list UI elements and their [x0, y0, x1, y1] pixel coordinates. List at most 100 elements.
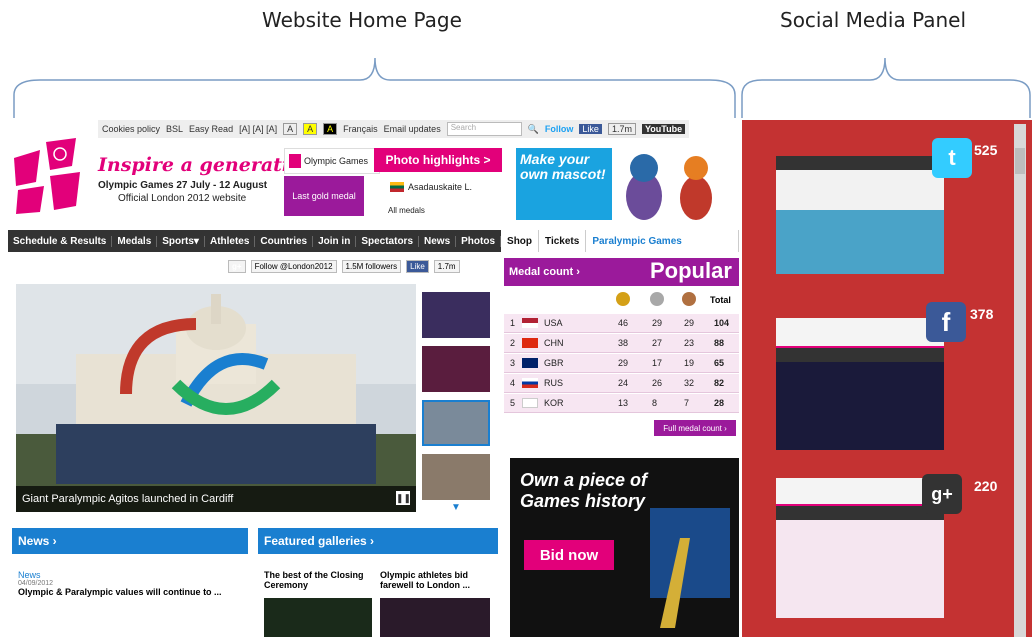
news-item[interactable]: News 04/09/2012 Olympic & Paralympic val…: [18, 570, 248, 597]
hero-thumbnail-3[interactable]: [422, 400, 490, 446]
medal-silver: 26: [652, 378, 663, 388]
text-size-controls[interactable]: [A] [A] [A]: [239, 124, 277, 134]
google-plus-icon[interactable]: g+: [922, 474, 962, 514]
olympic-games-link[interactable]: Olympic Games: [284, 148, 380, 174]
gallery-thumb-2[interactable]: [380, 598, 490, 637]
mascots-illustration: [626, 154, 712, 220]
medal-total: 104: [714, 318, 730, 328]
nav-shop[interactable]: Shop: [501, 230, 540, 252]
like-count: 1.7m: [607, 123, 636, 135]
nav-schedule-results[interactable]: Schedule & Results: [8, 235, 113, 247]
medal-gold: 29: [618, 358, 629, 368]
tagline: Inspire a generation: [98, 154, 316, 176]
cookies-policy-link[interactable]: Cookies policy: [102, 124, 160, 134]
medal-row[interactable]: 4 RUS 24 26 32 82: [504, 374, 739, 393]
total-header: Total: [710, 295, 731, 305]
medal-bronze: 29: [684, 318, 695, 328]
silver-medal-icon: [650, 292, 664, 306]
bronze-medal-icon: [682, 292, 696, 306]
pause-icon[interactable]: ❚❚: [396, 491, 411, 505]
website-home-page: Cookies policy BSL Easy Read [A] [A] [A]…: [8, 120, 739, 637]
medal-row[interactable]: 2 CHN 38 27 23 88: [504, 334, 739, 353]
nav-photos[interactable]: Photos: [456, 235, 502, 247]
medal-row[interactable]: 1 USA 46 29 29 104: [504, 314, 739, 333]
featured-galleries-header[interactable]: Featured galleries ›: [258, 528, 498, 554]
medal-country: GBR: [544, 358, 564, 368]
medal-total: 88: [714, 338, 725, 348]
medal-silver: 17: [652, 358, 663, 368]
all-medals-link[interactable]: All medals: [388, 206, 425, 215]
photo-highlights-button[interactable]: Photo highlights >: [374, 148, 502, 172]
full-medal-count-link[interactable]: Full medal count ›: [654, 420, 736, 436]
medal-table-header: Total: [504, 286, 739, 312]
contrast-dark-button[interactable]: A: [323, 123, 338, 135]
hero-caption: Giant Paralympic Agitos launched in Card…: [16, 486, 416, 512]
contrast-normal-button[interactable]: A: [283, 123, 298, 135]
chevron-down-icon[interactable]: ▼: [451, 502, 461, 513]
usa-flag-icon: [522, 318, 538, 328]
medal-country: CHN: [544, 338, 564, 348]
popular-banner: Popular: [650, 258, 732, 283]
news-date: 04/09/2012: [18, 580, 54, 587]
last-gold-medal-label: Last gold medal: [284, 176, 364, 216]
gold-medal-icon: [616, 292, 630, 306]
hero-image[interactable]: [16, 284, 416, 512]
gallery-item-1[interactable]: The best of the Closing Ceremony: [264, 570, 372, 590]
nav-sports[interactable]: Sports▾: [157, 235, 205, 247]
search-icon[interactable]: 🔍: [528, 124, 539, 135]
facebook-like-small[interactable]: Like: [406, 260, 429, 273]
rus-flag-icon: [522, 378, 538, 388]
twitter-follow-button[interactable]: Follow: [545, 124, 574, 134]
medal-row[interactable]: 5 KOR 13 8 7 28: [504, 394, 739, 413]
francais-link[interactable]: Français: [343, 124, 378, 134]
bsl-link[interactable]: BSL: [166, 124, 183, 134]
gallery-item-2[interactable]: Olympic athletes bid farewell to London …: [380, 570, 490, 590]
news-header[interactable]: News ›: [12, 528, 248, 554]
nav-athletes[interactable]: Athletes: [205, 235, 256, 247]
medal-bronze: 23: [684, 338, 695, 348]
medal-count-widget: Medal count › Popular Total 1 USA 46 29 …: [504, 258, 739, 438]
google-plus-icon[interactable]: g+: [228, 260, 246, 273]
youtube-icon[interactable]: YouTube: [641, 124, 686, 134]
nav-spectators[interactable]: Spectators: [356, 235, 420, 247]
hero-thumbnail-4[interactable]: [422, 454, 490, 500]
london-2012-logo[interactable]: [10, 136, 90, 216]
medal-bronze: 19: [684, 358, 695, 368]
medal-row[interactable]: 3 GBR 29 17 19 65: [504, 354, 739, 373]
bid-now-button[interactable]: Bid now: [524, 540, 614, 570]
nav-tickets[interactable]: Tickets: [539, 230, 587, 252]
nav-paralympic-games[interactable]: Paralympic Games: [586, 230, 739, 252]
scrollbar-thumb[interactable]: [1015, 148, 1025, 174]
twitter-icon[interactable]: t: [932, 138, 972, 178]
gallery-thumb-1[interactable]: [264, 598, 372, 637]
search-input[interactable]: Search: [446, 122, 522, 136]
hero-thumbnail-2[interactable]: [422, 346, 490, 392]
medal-silver: 29: [652, 318, 663, 328]
nav-news[interactable]: News: [419, 235, 457, 247]
medal-total: 82: [714, 378, 725, 388]
gold-medalist-name[interactable]: Asadauskaite L.: [408, 182, 472, 192]
nav-join-in[interactable]: Join in: [313, 235, 357, 247]
brace-annotations: [13, 57, 1031, 118]
facebook-page-screenshot[interactable]: [776, 318, 944, 450]
medal-count-title: Medal count ›: [509, 266, 580, 278]
contrast-yellow-button[interactable]: A: [303, 123, 318, 135]
medal-rank: 2: [510, 338, 516, 348]
mascot-ad[interactable]: Make your own mascot!: [516, 148, 612, 220]
facebook-like-button[interactable]: Like: [579, 124, 602, 134]
twitter-page-screenshot[interactable]: [776, 156, 944, 274]
facebook-icon[interactable]: f: [926, 302, 966, 342]
google-plus-page-screenshot[interactable]: [776, 478, 944, 618]
games-history-ad[interactable]: Own a piece of Games history Bid now: [510, 458, 739, 637]
easy-read-link[interactable]: Easy Read: [189, 124, 233, 134]
utility-bar: Cookies policy BSL Easy Read [A] [A] [A]…: [98, 120, 690, 138]
twitter-follow-london2012[interactable]: Follow @London2012: [250, 260, 337, 273]
email-updates-link[interactable]: Email updates: [384, 124, 441, 134]
scrollbar[interactable]: [1014, 124, 1026, 637]
hero-caption-text: Giant Paralympic Agitos launched in Card…: [22, 493, 234, 505]
nav-countries[interactable]: Countries: [255, 235, 314, 247]
olympic-games-label: Olympic Games: [304, 156, 369, 166]
hero-thumbnail-1[interactable]: [422, 292, 490, 338]
medal-count-header[interactable]: Medal count › Popular: [504, 258, 739, 286]
nav-medals[interactable]: Medals: [112, 235, 158, 247]
